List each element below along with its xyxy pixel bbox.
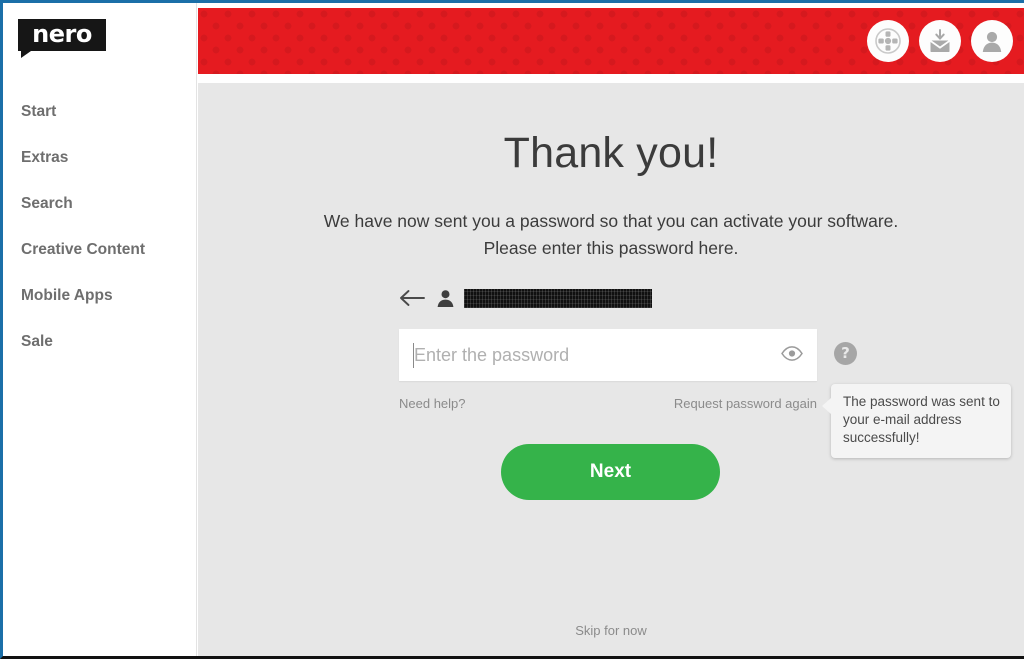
back-arrow-icon[interactable] xyxy=(398,285,428,311)
person-icon xyxy=(434,287,456,309)
sidebar-item-creative-content[interactable]: Creative Content xyxy=(3,227,197,273)
text-caret xyxy=(413,343,414,368)
sidebar-item-sale[interactable]: Sale xyxy=(3,319,197,365)
main-content-panel: Thank you! We have now sent you a passwo… xyxy=(198,83,1024,656)
sidebar-item-start[interactable]: Start xyxy=(3,89,197,135)
password-input[interactable] xyxy=(399,329,769,381)
tooltip-arrow xyxy=(822,398,831,414)
sidebar-item-mobile-apps[interactable]: Mobile Apps xyxy=(3,273,197,319)
account-email-redacted xyxy=(464,288,652,308)
need-help-link[interactable]: Need help? xyxy=(399,396,466,411)
sidebar: nero Start Extras Search Creative Conten… xyxy=(3,3,197,656)
header-bar xyxy=(198,8,1024,74)
logo-tail xyxy=(21,51,31,58)
page-subtitle: We have now sent you a password so that … xyxy=(323,211,899,258)
request-password-again-link[interactable]: Request password again xyxy=(617,396,817,411)
password-field xyxy=(399,329,817,381)
tooltip: The password was sent to your e-mail add… xyxy=(822,384,1011,458)
nero-logo: nero xyxy=(18,19,106,58)
account-row xyxy=(398,285,652,311)
header-icon-group xyxy=(867,20,1013,62)
page-title: Thank you! xyxy=(503,129,719,177)
sidebar-item-search[interactable]: Search xyxy=(3,181,197,227)
next-button[interactable]: Next xyxy=(501,444,720,500)
logo-text: nero xyxy=(32,20,92,48)
application-window: nero Start Extras Search Creative Conten… xyxy=(0,0,1024,659)
skip-for-now-link[interactable]: Skip for now xyxy=(198,623,1024,638)
download-mail-icon[interactable] xyxy=(919,20,961,62)
tooltip-text: The password was sent to your e-mail add… xyxy=(843,394,1000,445)
user-account-icon[interactable] xyxy=(971,20,1013,62)
help-icon[interactable]: ? xyxy=(834,342,857,365)
navigate-icon[interactable] xyxy=(867,20,909,62)
sidebar-item-extras[interactable]: Extras xyxy=(3,135,197,181)
sidebar-nav: Start Extras Search Creative Content Mob… xyxy=(3,89,197,365)
eye-icon[interactable] xyxy=(781,346,803,363)
